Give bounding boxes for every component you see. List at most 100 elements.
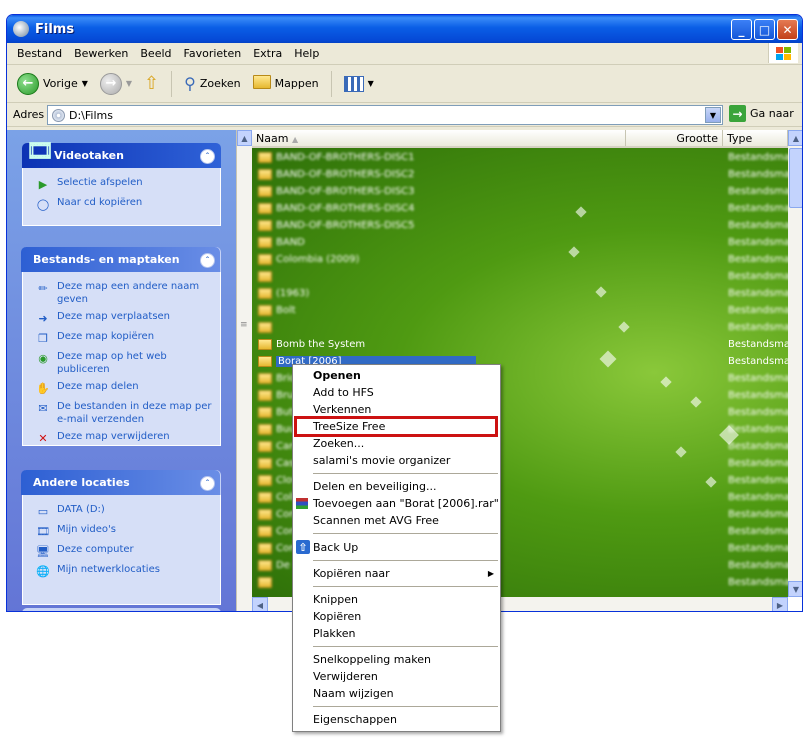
file-row[interactable]: BAND-OF-BROTHERS-DISC5 Bestandsmap xyxy=(258,217,788,234)
ctx-copy-to[interactable]: Kopiëren naar ▶ xyxy=(293,565,500,582)
copy-to-cd-link[interactable]: ◯ Naar cd kopiëren xyxy=(35,196,214,212)
play-selection-link[interactable]: ▶ Selectie afspelen xyxy=(35,176,214,192)
task-pane: 🎞 Videotaken ˆ ▶ Selectie afspelen ◯ Naar … xyxy=(7,130,236,611)
column-size[interactable]: Grootte xyxy=(626,130,723,146)
scroll-up-icon[interactable]: ▲ xyxy=(788,130,802,146)
file-tasks-title: Bestands- en maptaken xyxy=(21,247,220,272)
address-bar: Adres D:\Films ▼ → Ga naar xyxy=(7,103,802,127)
scroll-left-icon[interactable]: ◀ xyxy=(252,597,268,611)
file-row[interactable]: Colombia (2009) Bestandsmap xyxy=(258,251,788,268)
scroll-down-icon[interactable]: ▼ xyxy=(788,581,802,597)
collapse-icon[interactable]: ˆ xyxy=(200,253,215,268)
publish-web-link[interactable]: ◉ Deze map op het web publiceren xyxy=(35,350,214,376)
network-places-link[interactable]: 🌐 Mijn netwerklocaties xyxy=(35,563,214,579)
file-type: Bestandsmap xyxy=(728,526,788,537)
file-row[interactable]: BAND-OF-BROTHERS-DISC2 Bestandsmap xyxy=(258,166,788,183)
chevron-down-icon[interactable]: ▼ xyxy=(126,79,132,88)
video-tasks-header[interactable]: 🎞 Videotaken ˆ xyxy=(22,139,221,168)
delete-folder-link[interactable]: ✕ Deze map verwijderen xyxy=(35,430,214,446)
file-row[interactable]: BAND-OF-BROTHERS-DISC1 Bestandsmap xyxy=(258,149,788,166)
file-tasks-header[interactable]: Bestands- en maptaken ˆ xyxy=(21,247,221,272)
file-type: Bestandsmap xyxy=(728,339,788,350)
file-row[interactable]: BAND Bestandsmap xyxy=(258,234,788,251)
scroll-right-icon[interactable]: ▶ xyxy=(772,597,788,611)
ctx-cut[interactable]: Knippen xyxy=(293,591,500,608)
folder-icon xyxy=(258,577,272,588)
file-type: Bestandsmap xyxy=(728,322,788,333)
collapse-icon[interactable]: ˆ xyxy=(200,476,215,491)
title-bar[interactable]: Films _ □ ✕ xyxy=(7,15,802,43)
copy-folder-link[interactable]: ❐ Deze map kopiëren xyxy=(35,330,214,346)
file-type: Bestandsmap xyxy=(728,305,788,316)
folder-icon xyxy=(258,407,272,418)
ctx-back-up[interactable]: ⇧ Back Up xyxy=(293,539,500,556)
move-folder-link[interactable]: ➜ Deze map verplaatsen xyxy=(35,310,214,326)
column-name[interactable]: Naam ▲ xyxy=(252,130,626,146)
close-button[interactable]: ✕ xyxy=(777,19,798,40)
file-name: (1963) xyxy=(276,288,310,299)
views-button[interactable]: ▼ xyxy=(340,74,378,94)
address-dropdown-icon[interactable]: ▼ xyxy=(705,107,721,123)
my-computer-link[interactable]: 🖥 Deze computer xyxy=(35,543,214,559)
minimize-button[interactable]: _ xyxy=(731,19,752,40)
menu-help[interactable]: Help xyxy=(288,47,325,60)
ctx-open[interactable]: Openen xyxy=(293,367,500,384)
scroll-thumb[interactable] xyxy=(789,148,802,208)
delete-x-icon: ✕ xyxy=(38,431,48,445)
file-row[interactable]: Bolt Bestandsmap xyxy=(258,302,788,319)
column-type[interactable]: Type xyxy=(723,130,788,146)
file-row[interactable]: (1963) Bestandsmap xyxy=(258,285,788,302)
folders-button[interactable]: Mappen xyxy=(249,73,323,94)
globe-icon: ◉ xyxy=(38,351,48,365)
scroll-up-icon[interactable]: ▲ xyxy=(237,130,252,146)
rename-folder-link[interactable]: ✏ Deze map een andere naam geven xyxy=(35,280,214,306)
menu-beeld[interactable]: Beeld xyxy=(134,47,177,60)
file-row[interactable]: BAND-OF-BROTHERS-DISC3 Bestandsmap xyxy=(258,183,788,200)
other-places-title: Andere locaties xyxy=(21,470,220,495)
up-folder-button[interactable]: ⇧ xyxy=(140,71,163,96)
menu-bewerken[interactable]: Bewerken xyxy=(68,47,134,60)
email-files-link[interactable]: ✉ De bestanden in deze map per e-mail ver… xyxy=(35,400,214,426)
back-button[interactable]: ← Vorige ▼ xyxy=(13,71,92,97)
ctx-create-shortcut[interactable]: Snelkoppeling maken xyxy=(293,651,500,668)
ctx-delete[interactable]: Verwijderen xyxy=(293,668,500,685)
computer-icon: 🖥 xyxy=(36,544,50,558)
go-button[interactable]: → Ga naar xyxy=(729,105,794,122)
file-type: Bestandsmap xyxy=(728,237,788,248)
address-field[interactable]: D:\Films ▼ xyxy=(47,105,723,125)
share-folder-link[interactable]: ✋ Deze map delen xyxy=(35,380,214,396)
ctx-properties[interactable]: Eigenschappen xyxy=(293,711,500,728)
ctx-copy[interactable]: Kopiëren xyxy=(293,608,500,625)
folder-icon xyxy=(258,458,272,469)
share-icon: ✋ xyxy=(36,381,50,395)
search-button[interactable]: ⚲ Zoeken xyxy=(180,72,244,95)
back-arrow-icon: ← xyxy=(17,72,39,95)
ctx-paste[interactable]: Plakken xyxy=(293,625,500,642)
collapse-icon[interactable]: ˆ xyxy=(200,149,215,164)
file-row[interactable]: Bomb the System Bestandsmap xyxy=(258,336,788,353)
maximize-button[interactable]: □ xyxy=(754,19,775,40)
ctx-movie-organizer[interactable]: salami's movie organizer xyxy=(293,452,500,469)
ctx-rename[interactable]: Naam wijzigen xyxy=(293,685,500,702)
file-row[interactable]: Bestandsmap xyxy=(258,319,788,336)
ctx-add-to-hfs[interactable]: Add to HFS xyxy=(293,384,500,401)
my-videos-link[interactable]: 🎞 Mijn video's xyxy=(35,523,214,539)
play-icon: ▶ xyxy=(38,177,48,191)
splitter-grip[interactable]: ≡ xyxy=(240,320,248,330)
network-places-label: Mijn netwerklocaties xyxy=(57,564,160,575)
file-row[interactable]: Bestandsmap xyxy=(258,268,788,285)
menu-bestand[interactable]: Bestand xyxy=(11,47,68,60)
chevron-down-icon[interactable]: ▼ xyxy=(82,79,88,88)
forward-button[interactable]: → ▼ xyxy=(96,71,136,97)
ctx-share-security[interactable]: Delen en beveiliging... xyxy=(293,478,500,495)
file-row[interactable]: BAND-OF-BROTHERS-DISC4 Bestandsmap xyxy=(258,200,788,217)
task-pane-scrollbar[interactable]: ▲ ≡ xyxy=(236,130,252,611)
file-list-vscrollbar[interactable]: ▲ ▼ xyxy=(788,130,802,597)
other-places-header[interactable]: Andere locaties ˆ xyxy=(21,470,221,495)
menu-extra[interactable]: Extra xyxy=(247,47,288,60)
ctx-add-to-rar[interactable]: Toevoegen aan "Borat [2006].rar" xyxy=(293,495,500,512)
ctx-search[interactable]: Zoeken... xyxy=(293,435,500,452)
menu-favorieten[interactable]: Favorieten xyxy=(178,47,248,60)
data-drive-link[interactable]: ▭ DATA (D:) xyxy=(35,503,214,519)
ctx-scan-avg[interactable]: Scannen met AVG Free xyxy=(293,512,500,529)
